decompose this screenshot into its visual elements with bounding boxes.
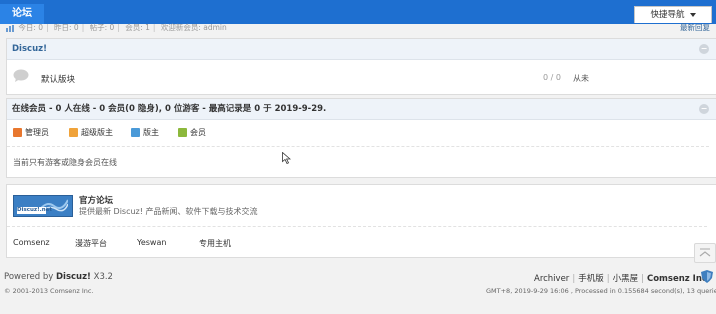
mouse-cursor-icon (282, 152, 291, 164)
official-forum-link[interactable]: 官方论坛 (79, 194, 113, 206)
discuz-link[interactable]: Discuz! (56, 272, 91, 282)
copyright: © 2001-2013 Comsenz Inc. (4, 287, 94, 295)
collapse-icon[interactable]: − (699, 104, 709, 114)
stat-yesterday: 昨日: 0 (54, 23, 79, 32)
top-nav-bar: 论坛 快捷导航 (0, 0, 716, 24)
nav-tab-forum[interactable]: 论坛 (0, 4, 44, 24)
super-moderator-user-icon (69, 128, 78, 137)
divider (7, 226, 707, 227)
official-forum-desc: 提供最新 Discuz! 产品新闻、软件下载与技术交流 (79, 207, 258, 216)
category-title-link[interactable]: Discuz! (12, 44, 47, 54)
newest-reply-link[interactable]: 最新回复 (680, 23, 710, 33)
friend-link-comsenz[interactable]: Comsenz (13, 238, 50, 247)
quick-nav-label: 快捷导航 (650, 10, 685, 20)
friend-link-hosting[interactable]: 专用主机 (199, 238, 231, 249)
blackroom-link[interactable]: 小黑屋 (613, 274, 639, 284)
member-group-legend: 管理员 超级版主 版主 会员 (7, 120, 709, 147)
online-message: 当前只有游客或隐身会员在线 (13, 158, 117, 167)
board-name-link[interactable]: 默认版块 (41, 73, 75, 85)
collapse-icon[interactable]: − (699, 44, 709, 54)
speech-bubble-icon (13, 69, 29, 82)
board-row: 默认版块 0 / 0 从未 (7, 60, 716, 94)
friend-links-panel: Discuz!.net 官方论坛 提供最新 Discuz! 产品新闻、软件下载与… (6, 184, 716, 258)
powered-by: Powered by Discuz! X3.2 (4, 272, 113, 282)
moderator-user-icon (131, 128, 140, 137)
friend-link-manyou[interactable]: 漫游平台 (75, 238, 107, 249)
friend-link-yeswan[interactable]: Yeswan (137, 238, 166, 247)
legend-super-moderator: 超级版主 (69, 128, 113, 138)
admin-user-icon (13, 128, 22, 137)
category-panel: Discuz! − 默认版块 0 / 0 从未 (6, 38, 716, 95)
legend-admin: 管理员 (13, 128, 49, 138)
stat-members: 会员: 1 (125, 23, 150, 32)
online-members-panel: 在线会员 - 0 人在线 - 0 会员(0 隐身), 0 位游客 - 最高记录是… (6, 98, 716, 178)
forum-stats: 今日: 0 | 昨日: 0 | 帖子: 0 | 会员: 1 | 欢迎新会员: admin (6, 23, 227, 33)
stat-welcome[interactable]: 欢迎新会员: admin (161, 23, 227, 32)
scroll-top-button[interactable] (694, 243, 716, 263)
caret-down-icon (689, 12, 696, 17)
legend-moderator: 版主 (131, 128, 159, 138)
board-last-post: 从未 (573, 74, 589, 83)
stats-chart-icon (6, 24, 14, 32)
board-topic-post-count: 0 / 0 (543, 73, 561, 82)
online-header: 在线会员 - 0 人在线 - 0 会员(0 隐身), 0 位游客 - 最高记录是… (7, 99, 716, 120)
legend-member: 会员 (178, 128, 206, 138)
quick-nav-button[interactable]: 快捷导航 (634, 6, 712, 23)
debug-info: GMT+8, 2019-9-29 16:06 , Processed in 0.… (486, 287, 716, 295)
security-shield-icon[interactable] (701, 270, 713, 283)
official-forum-logo[interactable]: Discuz!.net (13, 195, 73, 217)
arrow-up-icon (699, 248, 711, 257)
category-header: Discuz! − (7, 39, 716, 60)
mobile-link[interactable]: 手机版 (578, 274, 604, 284)
logo-wordmark: Discuz!.net (17, 207, 52, 214)
archiver-link[interactable]: Archiver (534, 274, 569, 284)
footer-links: Archiver | 手机版 | 小黑屋 | Comsenz Inc. (534, 274, 711, 284)
stat-today: 今日: 0 (18, 23, 44, 32)
online-title: 在线会员 - 0 人在线 - 0 会员(0 隐身), 0 位游客 - 最高记录是… (12, 104, 327, 114)
stat-posts: 帖子: 0 (89, 23, 115, 32)
member-user-icon (178, 128, 187, 137)
